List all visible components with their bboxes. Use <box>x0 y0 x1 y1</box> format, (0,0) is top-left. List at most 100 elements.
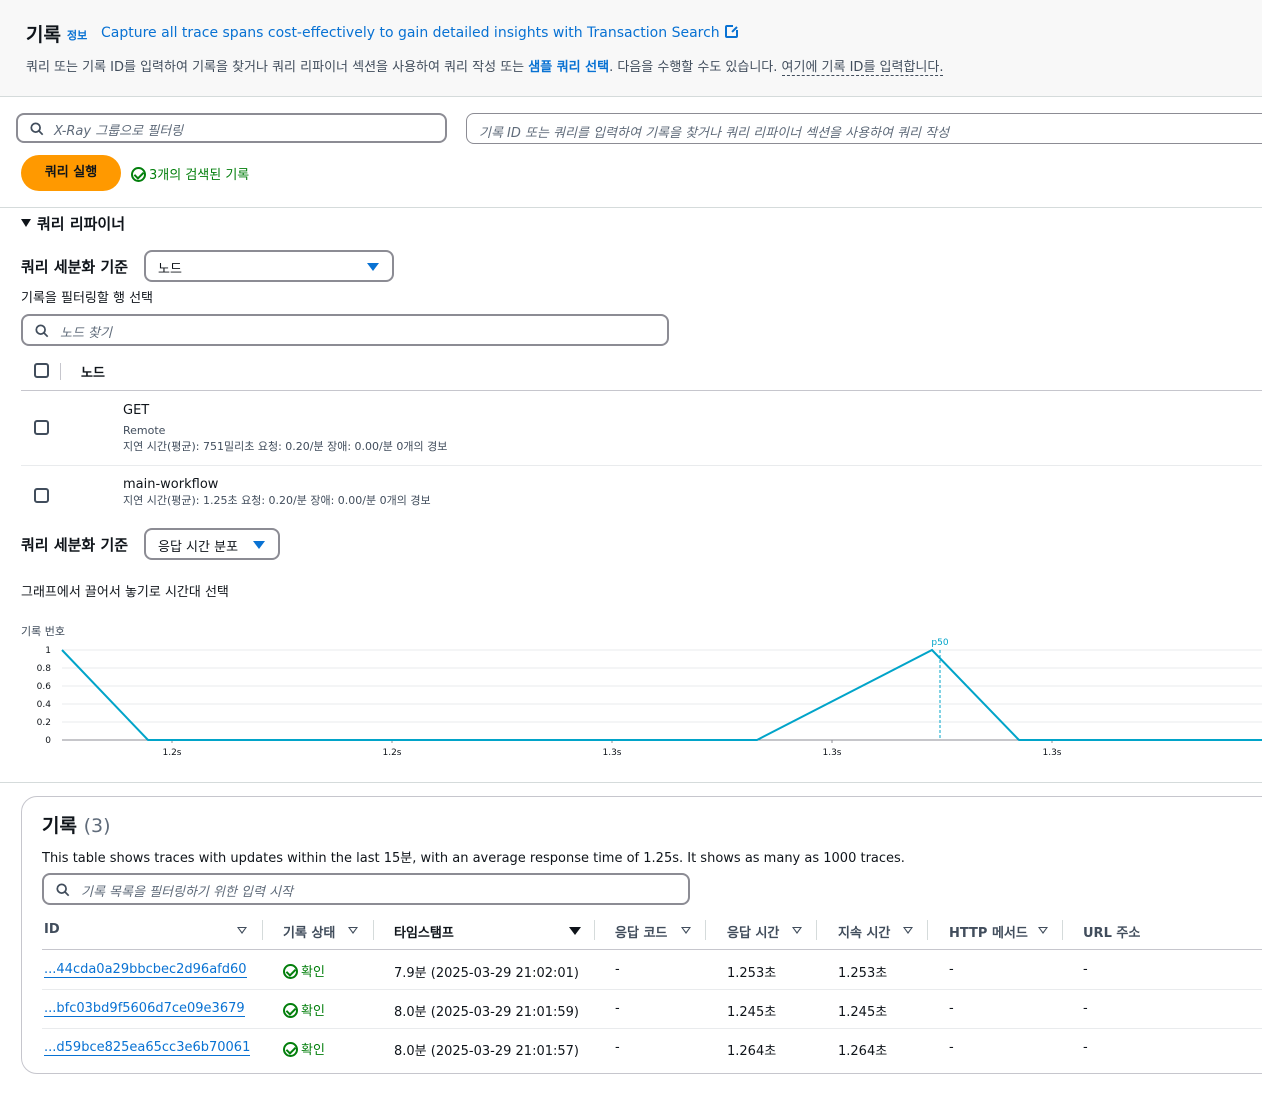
sort-icon[interactable] <box>348 927 358 934</box>
trace-timestamp: 7.9분 (2025-03-29 21:02:01) <box>394 966 579 981</box>
trace-status-text: 확인 <box>301 1043 325 1058</box>
trace-status: 확인 <box>283 1000 325 1019</box>
column-header-timestamp[interactable]: 타임스탬프 <box>394 922 454 941</box>
run-query-button[interactable]: 쿼리 실행 <box>21 155 121 191</box>
transaction-search-link-label: Capture all trace spans cost-effectively… <box>101 25 720 41</box>
refine-by-select-2[interactable]: 응답 시간 분포 <box>144 528 280 560</box>
refine-by-label: 쿼리 세분화 기준 <box>21 258 129 276</box>
search-icon <box>35 324 49 338</box>
sort-desc-icon[interactable] <box>569 927 581 935</box>
refine-by-value: 노드 <box>158 262 182 277</box>
trace-duration: 1.245초 <box>838 1005 888 1020</box>
retrieved-traces-status: 3개의 검색된 기록 <box>131 164 249 183</box>
trace-duration: 1.264초 <box>838 1044 888 1059</box>
column-header-duration[interactable]: 지속 시간 <box>838 922 890 941</box>
response-time-chart[interactable]: 0 0.2 0.4 0.6 0.8 1 1.2s 1.2s 1.3s 1.3s 1.3s p50 <box>0 636 1262 762</box>
trace-id-link[interactable]: ...44cda0a29bbcbec2d96afd60 <box>44 962 247 978</box>
y-tick-label: 1 <box>45 646 51 656</box>
trace-url: - <box>1083 1001 1088 1016</box>
trace-status: 확인 <box>283 961 325 980</box>
y-tick-label: 0.8 <box>37 664 52 674</box>
header-description: 쿼리 또는 기록 ID를 입력하여 기록을 찾거나 쿼리 리파이너 섹션을 사용… <box>26 56 944 76</box>
info-link[interactable]: 정보 <box>67 27 87 43</box>
y-tick-label: 0 <box>45 736 51 746</box>
query-refiner-toggle[interactable]: 쿼리 리파이너 <box>21 213 125 234</box>
column-header-status[interactable]: 기록 상태 <box>283 922 335 941</box>
trace-http-method: - <box>949 1040 954 1055</box>
p50-marker-label: p50 <box>931 638 948 648</box>
y-tick-label: 0.4 <box>37 700 52 710</box>
divider <box>0 207 1262 208</box>
select-all-nodes-checkbox[interactable] <box>34 363 49 378</box>
node-stats: 지연 시간(평균): 751밀리초 요청: 0.20/분 장애: 0.00/분 … <box>123 440 448 453</box>
row-divider <box>42 989 1262 990</box>
sort-icon[interactable] <box>681 927 691 934</box>
header-divider <box>21 390 1262 391</box>
traces-title-text: 기록 <box>42 815 77 837</box>
trace-query-input[interactable]: 기록 ID 또는 쿼리를 입력하여 기록을 찾거나 쿼리 리파이너 섹션을 사용… <box>466 113 1262 144</box>
column-header-response-code[interactable]: 응답 코드 <box>615 922 667 941</box>
trace-response-code: - <box>615 962 620 977</box>
column-separator <box>262 920 263 940</box>
xray-group-placeholder: X-Ray 그룹으로 필터링 <box>54 124 184 139</box>
select-rows-label: 기록을 필터링할 행 선택 <box>21 291 153 306</box>
column-separator <box>927 920 928 940</box>
trace-id-link[interactable]: ...bfc03bd9f5606d7ce09e3679 <box>44 1001 245 1017</box>
column-separator <box>705 920 706 940</box>
search-icon <box>56 883 70 897</box>
dropdown-caret-icon <box>367 263 379 271</box>
column-separator <box>816 920 817 940</box>
trace-url: - <box>1083 962 1088 977</box>
traces-filter-input[interactable]: 기록 목록을 필터링하기 위한 입력 시작 <box>42 873 690 905</box>
trace-id-link[interactable]: ...d59bce825ea65cc3e6b70061 <box>44 1040 251 1056</box>
x-tick-label: 1.3s <box>1042 748 1061 758</box>
success-icon <box>283 1042 298 1057</box>
table-header-divider <box>42 949 1262 950</box>
traces-count: (3) <box>83 815 111 837</box>
sort-icon[interactable] <box>903 927 913 934</box>
enter-trace-id-link[interactable]: 여기에 기록 ID를 입력합니다. <box>781 60 944 76</box>
column-header-response-time[interactable]: 응답 시간 <box>727 922 779 941</box>
trace-response-time: 1.245초 <box>727 1005 777 1020</box>
traces-description: This table shows traces with updates wit… <box>42 851 905 866</box>
node-row-checkbox[interactable] <box>34 420 49 435</box>
column-header-http-method[interactable]: HTTP 메서드 <box>949 922 1028 941</box>
trace-http-method: - <box>949 1001 954 1016</box>
x-tick-label: 1.3s <box>602 748 621 758</box>
drag-hint: 그래프에서 끌어서 놓기로 시간대 선택 <box>21 585 229 600</box>
trace-timestamp: 8.0분 (2025-03-29 21:01:59) <box>394 1005 579 1020</box>
column-header-id[interactable]: ID <box>44 922 60 937</box>
traces-title: 기록 (3) <box>42 811 111 838</box>
trace-duration: 1.253초 <box>838 966 888 981</box>
column-header-url[interactable]: URL 주소 <box>1083 922 1140 941</box>
trace-status-text: 확인 <box>301 965 325 980</box>
refine-by-select[interactable]: 노드 <box>144 250 394 282</box>
transaction-search-link[interactable]: Capture all trace spans cost-effectively… <box>101 24 739 41</box>
node-search-input[interactable]: 노드 찾기 <box>21 314 669 346</box>
refine-by-label-2: 쿼리 세분화 기준 <box>21 536 129 554</box>
node-stats: 지연 시간(평균): 1.25초 요청: 0.20/분 장애: 0.00/분 0… <box>123 494 431 507</box>
column-separator <box>373 920 374 940</box>
sort-icon[interactable] <box>1038 927 1048 934</box>
x-tick-label: 1.2s <box>162 748 181 758</box>
sort-icon[interactable] <box>792 927 802 934</box>
desc-text-1: 쿼리 또는 기록 ID를 입력하여 기록을 찾거나 쿼리 리파이너 섹션을 사용… <box>26 60 529 75</box>
trace-response-time: 1.264초 <box>727 1044 777 1059</box>
node-name: GET <box>123 403 150 418</box>
row-divider <box>42 1028 1262 1029</box>
refine-by-value-2: 응답 시간 분포 <box>158 540 239 555</box>
success-icon <box>283 964 298 979</box>
xray-group-filter-input[interactable]: X-Ray 그룹으로 필터링 <box>16 113 447 143</box>
series-line <box>61 648 1262 741</box>
node-search-placeholder: 노드 찾기 <box>60 326 112 341</box>
trace-url: - <box>1083 1040 1088 1055</box>
search-icon <box>30 122 44 136</box>
node-row-checkbox[interactable] <box>34 488 49 503</box>
success-icon <box>131 167 146 182</box>
column-separator <box>594 920 595 940</box>
trace-response-code: - <box>615 1001 620 1016</box>
header-panel <box>0 0 1262 97</box>
dropdown-caret-icon <box>253 541 265 549</box>
sort-icon[interactable] <box>237 927 247 934</box>
sample-query-link[interactable]: 샘플 쿼리 선택 <box>528 60 609 75</box>
